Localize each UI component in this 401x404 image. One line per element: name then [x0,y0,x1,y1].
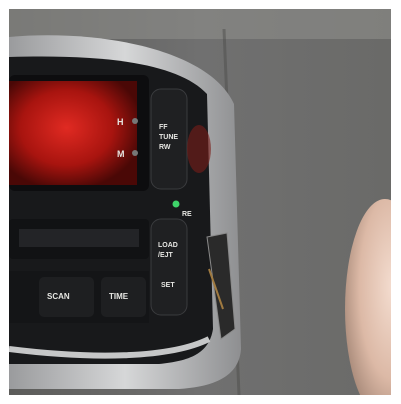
indicator-label: RE [182,211,192,218]
cassette-door [19,229,139,247]
indicator-light [172,200,180,208]
display-screen [9,81,137,185]
red-reflection [187,125,211,173]
dashboard-top-edge [9,9,391,39]
tune-label-1: FF [159,124,168,131]
tune-label-2: TUNE [159,134,178,141]
marker-h-dot [132,118,138,124]
load-eject-button[interactable] [150,218,188,316]
load-label-2: /EJT [158,252,174,259]
car-radio-photo: H M FF TUNE RW RE LOAD /EJT SET SCAN TIM… [9,9,391,395]
set-label: SET [161,282,175,289]
marker-h: H [117,117,124,127]
scan-label: SCAN [47,292,70,301]
marker-m-dot [132,150,138,156]
time-label: TIME [109,292,129,301]
marker-m: M [117,149,125,159]
load-label-1: LOAD [158,242,178,249]
tune-label-3: RW [159,144,171,151]
photo-frame: H M FF TUNE RW RE LOAD /EJT SET SCAN TIM… [9,9,391,395]
